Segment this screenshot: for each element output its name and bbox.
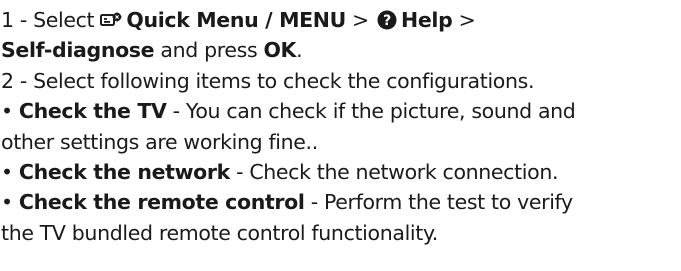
step1-end: . bbox=[296, 38, 303, 63]
item-label-check-tv: Check the TV bbox=[18, 99, 167, 124]
item-desc: other settings are working fine.. bbox=[1, 129, 318, 154]
list-item-continuation: other settings are working fine.. bbox=[1, 127, 681, 157]
help-icon: ? bbox=[377, 10, 397, 30]
step2-line: 2 - Select following items to check the … bbox=[1, 66, 681, 96]
item-desc: the TV bundled remote control functional… bbox=[1, 220, 438, 245]
step1-line1: 1 - Select Quick Menu / MENU > ? Help > bbox=[1, 5, 681, 35]
list-item: • Check the remote control - Perform the… bbox=[1, 187, 681, 217]
item-label-check-network: Check the network bbox=[18, 159, 230, 184]
bullet: • bbox=[1, 159, 13, 184]
help-document: 1 - Select Quick Menu / MENU > ? Help > … bbox=[0, 0, 681, 271]
item-label-check-remote: Check the remote control bbox=[18, 190, 305, 215]
step1-middle: and press bbox=[160, 38, 258, 63]
quick-menu-icon bbox=[100, 12, 122, 28]
self-diagnose-label: Self-diagnose bbox=[1, 38, 155, 63]
bullet: • bbox=[1, 190, 13, 215]
item-desc: - Perform the test to verify bbox=[304, 190, 573, 215]
menu-separator: > bbox=[352, 8, 369, 32]
step1-line2: Self-diagnose and press OK. bbox=[1, 35, 681, 65]
help-label: Help bbox=[401, 8, 453, 32]
list-item: • Check the network - Check the network … bbox=[1, 157, 681, 187]
list-item-continuation: the TV bundled remote control functional… bbox=[1, 218, 681, 248]
ok-label: OK bbox=[263, 38, 297, 63]
menu-separator: > bbox=[458, 8, 476, 32]
quick-menu-label: Quick Menu / MENU bbox=[126, 8, 346, 32]
item-desc: - Check the network connection. bbox=[229, 159, 559, 184]
step1-prefix: 1 - Select bbox=[1, 8, 95, 32]
item-desc: - You can check if the picture, sound an… bbox=[166, 99, 576, 124]
svg-text:?: ? bbox=[383, 13, 391, 29]
list-item: • Check the TV - You can check if the pi… bbox=[1, 96, 681, 126]
bullet: • bbox=[1, 99, 13, 124]
step2-text: 2 - Select following items to check the … bbox=[1, 68, 535, 93]
